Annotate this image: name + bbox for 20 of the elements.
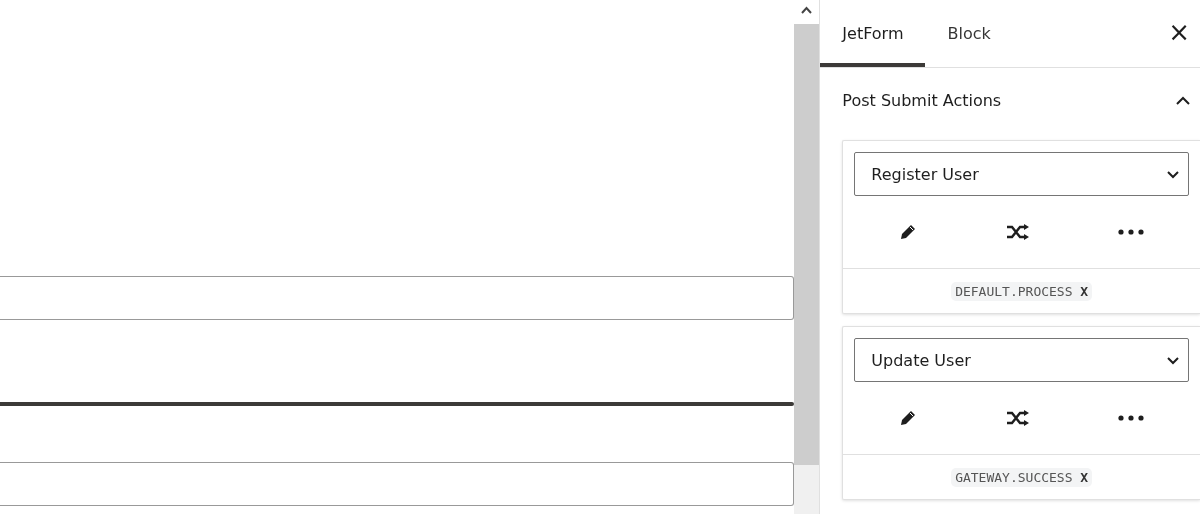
action-select[interactable]: Register User [854,152,1189,196]
tab[interactable]: Block [925,0,1013,67]
pencil-icon [899,223,918,241]
action-select[interactable]: Update User [854,338,1189,382]
event-tag[interactable]: DEFAULT.PROCESS X [951,281,1093,301]
event-tag[interactable]: GATEWAY.SUCCESS X [951,467,1093,487]
close-button[interactable]: × [1158,0,1200,67]
chevron-down-icon [1166,169,1180,179]
shuffle-icon [1005,409,1030,427]
chevron-down-icon [1166,355,1180,365]
input-field[interactable] [0,276,795,320]
pencil-icon [899,409,918,427]
chevron-icon [1176,95,1190,105]
panel-header[interactable]: Post Submit Actions [820,68,1200,132]
shuffle-icon [1005,223,1030,241]
scroll-up-icon[interactable] [794,0,820,24]
input-field[interactable] [0,462,795,506]
more-icon [1117,415,1144,421]
tab[interactable]: JetForm [820,0,926,67]
more-icon [1117,229,1144,235]
